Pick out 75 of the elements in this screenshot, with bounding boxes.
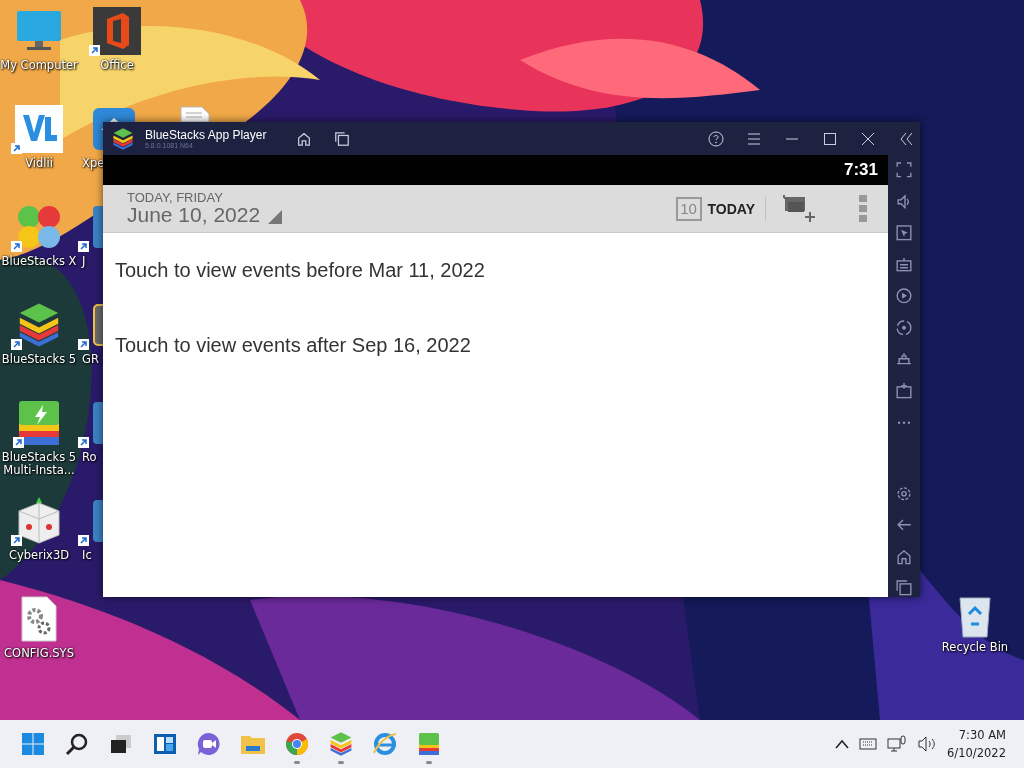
task-view-icon[interactable] (110, 734, 132, 754)
play-icon[interactable] (895, 287, 913, 305)
settings-icon[interactable] (895, 484, 913, 503)
shortcut-arrow-icon (11, 535, 22, 546)
desktop-icon-label[interactable]: BlueStacks X (1, 255, 77, 268)
shortcut-arrow-icon (78, 437, 89, 448)
taskbar-clock[interactable]: 7:30 AM 6/10/2022 (947, 726, 1006, 762)
shortcut-arrow-icon (78, 339, 89, 350)
today-button[interactable]: TODAY (707, 200, 755, 217)
network-icon[interactable] (887, 735, 908, 753)
help-icon[interactable] (708, 130, 724, 147)
app-icon (93, 500, 103, 542)
settings-file-icon (21, 596, 57, 642)
double-chevron-icon[interactable] (898, 130, 914, 147)
add-event-icon[interactable] (782, 193, 818, 224)
start-icon[interactable] (21, 732, 45, 756)
desktop-icon-label[interactable]: GR (82, 353, 99, 366)
widgets-icon[interactable] (153, 733, 177, 755)
rotate-icon[interactable] (895, 318, 913, 337)
chrome-icon[interactable] (285, 732, 309, 756)
home-icon[interactable] (296, 130, 313, 147)
desktop-icon-label[interactable]: BlueStacks 5 Multi-Insta... (0, 451, 78, 477)
volume-icon[interactable] (917, 736, 938, 752)
bluestacks-icon (111, 126, 135, 151)
app-icon (93, 402, 103, 444)
event-link[interactable]: Touch to view events before Mar 11, 2022 (103, 233, 888, 308)
folder-icon[interactable] (240, 733, 266, 755)
running-indicator (338, 761, 344, 764)
desktop-icon-label[interactable]: Recycle Bin (941, 641, 1009, 654)
keyboard-icon[interactable] (895, 255, 913, 274)
menu-icon[interactable] (746, 130, 762, 147)
status-clock: 7:31 (843, 160, 878, 180)
close-icon[interactable] (860, 130, 876, 147)
cube-icon (15, 497, 63, 545)
window-title: BlueStacks App Player (145, 128, 267, 142)
desktop-icon-label[interactable]: CONFIG.SYS (4, 647, 74, 660)
bluestacks-multi-icon (17, 399, 61, 447)
maximize-icon[interactable] (822, 130, 838, 147)
fullscreen-icon[interactable] (895, 161, 913, 179)
cursor-icon[interactable] (895, 224, 913, 242)
computer-icon (15, 9, 63, 53)
desktop-icon-label[interactable]: J (82, 255, 86, 268)
shortcut-arrow-icon (89, 45, 100, 56)
desktop-icon-label[interactable]: Cyberix3D (8, 549, 70, 562)
search-icon[interactable] (65, 732, 89, 756)
office-icon (93, 7, 141, 55)
bluestacks-multi-icon[interactable] (418, 731, 440, 757)
running-indicator (294, 761, 300, 764)
shortcut-arrow-icon (11, 143, 22, 154)
desktop-icon-label[interactable]: BlueStacks 5 (1, 353, 77, 366)
vidlii-icon (15, 105, 63, 153)
shortcut-arrow-icon (78, 535, 89, 546)
desktop-icon-label[interactable]: Ic (82, 549, 92, 562)
shortcut-arrow-icon (11, 339, 22, 350)
multi-window-icon[interactable] (334, 130, 351, 147)
bluestacks-icon[interactable] (328, 731, 354, 757)
shortcut-arrow-icon (78, 241, 89, 252)
recycle-bin-icon (957, 594, 993, 638)
app-icon (93, 304, 103, 346)
home-icon[interactable] (895, 547, 913, 566)
apk-icon[interactable] (895, 382, 913, 400)
running-indicator (426, 761, 432, 764)
shortcut-arrow-icon (11, 241, 22, 252)
event-link[interactable]: Touch to view events after Sep 16, 2022 (103, 308, 888, 383)
date-picker[interactable]: TODAY, FRIDAY June 10, 2022 (123, 187, 287, 230)
recent-apps-icon[interactable] (895, 579, 913, 597)
internet-explorer-icon[interactable] (372, 731, 398, 757)
chevron-up-icon[interactable] (835, 739, 850, 749)
chat-icon[interactable] (197, 732, 221, 756)
shortcut-arrow-icon (13, 437, 24, 448)
bluestacks-x-icon (15, 203, 63, 251)
desktop-icon-label[interactable]: Ro (82, 451, 97, 464)
app-icon (93, 206, 103, 248)
keyboard-icon[interactable] (859, 738, 878, 750)
document-icon (180, 106, 210, 122)
